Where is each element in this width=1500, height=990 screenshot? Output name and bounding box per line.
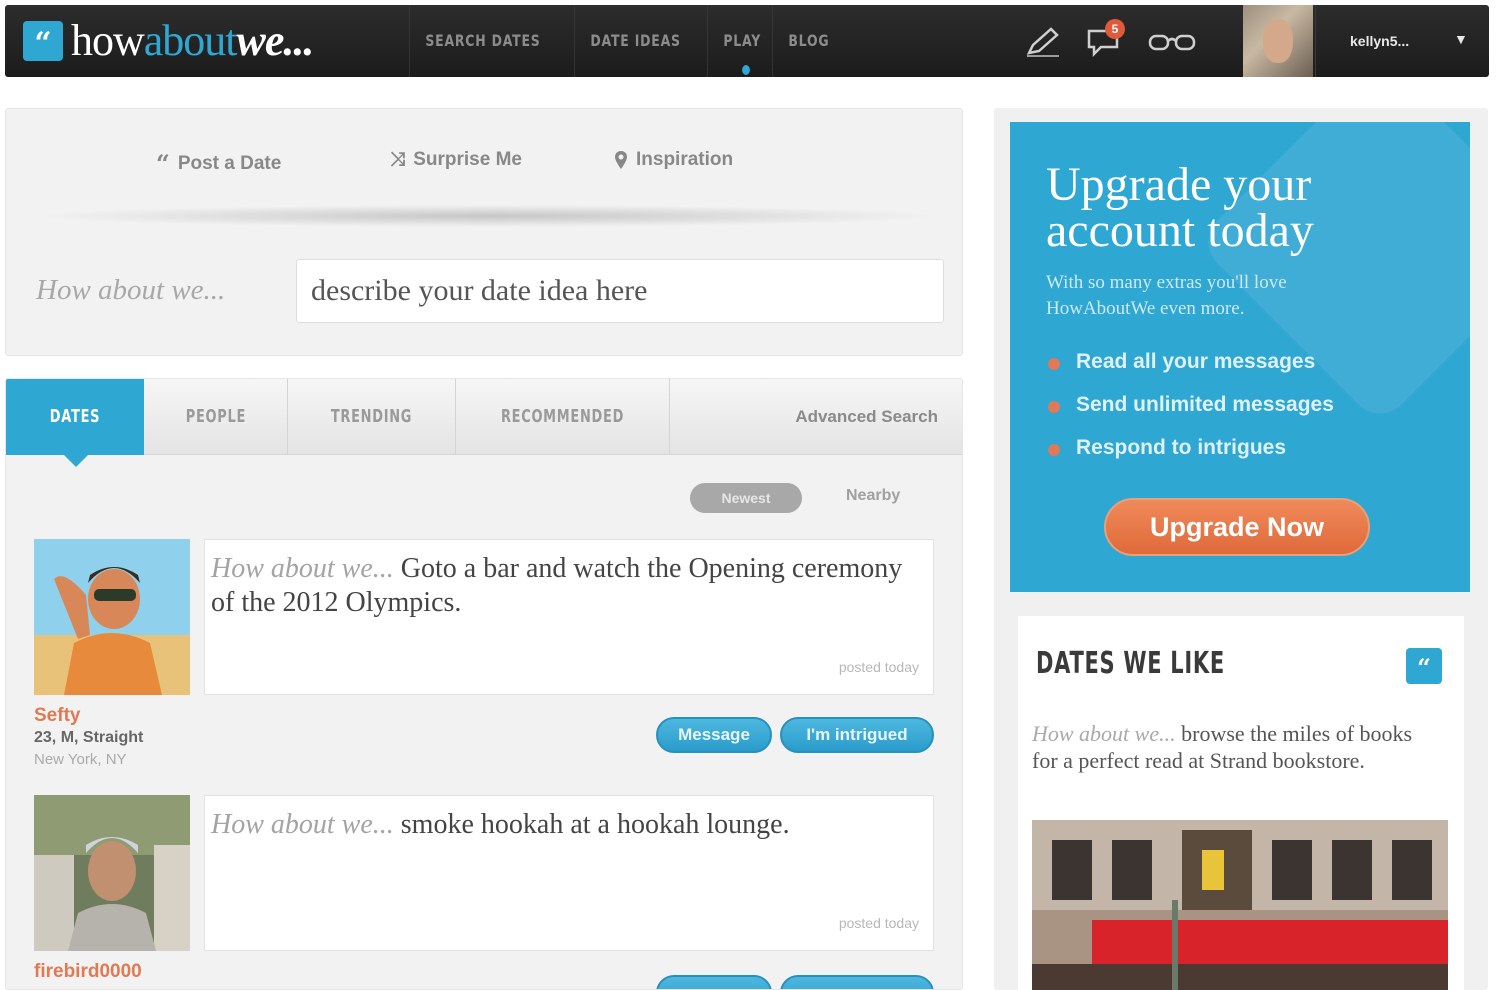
upgrade-title: Upgrade your account today (1046, 158, 1314, 257)
tab-recommended[interactable]: RECOMMENDED (456, 379, 670, 455)
divider (34, 205, 944, 227)
sort-nearby-toggle[interactable]: Nearby (846, 487, 900, 505)
avatar[interactable] (1243, 5, 1313, 77)
sort-newest-toggle[interactable]: Newest (690, 483, 802, 513)
top-icon-group: 5 (1023, 19, 1197, 59)
strand-bookstore-photo[interactable] (1032, 820, 1448, 990)
posted-time: posted today (838, 659, 919, 675)
upgrade-subtitle: With so many extras you'll love HowAbout… (1046, 272, 1287, 319)
quote-icon: “ (156, 149, 170, 178)
shuffle-icon: ⤨ (390, 149, 406, 170)
post-a-date-button[interactable]: “ Post a Date (156, 149, 281, 178)
username: kellyn5... (1350, 33, 1410, 49)
top-navigation-bar: “ howaboutwe... SEARCH DATES DATE IDEAS … (5, 5, 1489, 77)
intrigued-button[interactable]: I'm intrigued (780, 717, 934, 753)
glasses-icon[interactable] (1147, 25, 1197, 59)
message-button[interactable]: Message (656, 717, 772, 753)
inspiration-label: Inspiration (636, 149, 734, 170)
intrigued-button[interactable] (780, 975, 934, 989)
user-details: 23, M, Straight (34, 729, 144, 746)
message-button[interactable] (656, 975, 772, 989)
user-photo[interactable] (34, 539, 190, 695)
logo-wordmark: howaboutwe... (71, 16, 315, 65)
quote-icon: “ (1406, 648, 1442, 684)
pencil-icon[interactable] (1023, 25, 1063, 59)
feed-tabs: DATES PEOPLE TRENDING RECOMMENDED Advanc… (6, 379, 962, 467)
tab-trending[interactable]: TRENDING (288, 379, 456, 455)
map-pin-icon (615, 151, 627, 169)
logo-how: how (71, 16, 145, 65)
tab-dates[interactable]: DATES (6, 379, 144, 467)
post-date-panel: “ Post a Date ⤨ Surprise Me Inspiration … (5, 108, 963, 356)
user-photo[interactable] (34, 795, 190, 951)
user-menu[interactable]: kellyn5... ▼ (1315, 5, 1489, 77)
messages-icon[interactable]: 5 (1085, 19, 1125, 59)
nav-date-ideas[interactable]: DATE IDEAS (573, 5, 696, 77)
date-idea-body: smoke hookah at a hookah lounge. (400, 809, 790, 840)
user-location: New York, NY (34, 751, 127, 768)
date-card: How about we... Goto a bar and watch the… (34, 539, 934, 777)
how-about-we-label: How about we... (36, 274, 226, 306)
right-sidebar: Upgrade your account today With so many … (994, 108, 1488, 990)
user-name-link[interactable]: Sefty (34, 705, 80, 727)
logo[interactable]: “ howaboutwe... (23, 16, 315, 65)
post-a-date-label: Post a Date (177, 152, 282, 174)
main-nav: SEARCH DATES DATE IDEAS PLAY BLOG (409, 5, 841, 77)
date-idea-text[interactable]: How about we... Goto a bar and watch the… (204, 539, 934, 695)
user-name-link[interactable]: firebird0000 (34, 961, 142, 983)
posted-time: posted today (838, 915, 919, 931)
upgrade-now-button[interactable]: Upgrade Now (1104, 498, 1370, 556)
dates-we-like-title: DATES WE LIKE (1036, 646, 1225, 681)
surprise-me-label: Surprise Me (413, 149, 522, 170)
date-idea-text[interactable]: How about we... smoke hookah at a hookah… (204, 795, 934, 951)
nav-search-dates[interactable]: SEARCH DATES (409, 5, 556, 77)
logo-about: about (143, 16, 238, 65)
upgrade-promo: Upgrade your account today With so many … (1010, 122, 1470, 592)
date-card: How about we... smoke hookah at a hookah… (34, 795, 934, 989)
featured-date-text[interactable]: How about we... browse the miles of book… (1032, 720, 1422, 774)
upgrade-benefits: Read all your messages Send unlimited me… (1046, 350, 1334, 479)
how-about-we-prefix: How about we... (211, 809, 394, 840)
nav-play[interactable]: PLAY (706, 5, 777, 77)
date-idea-input[interactable]: describe your date idea here (296, 259, 944, 323)
dates-we-like: DATES WE LIKE “ How about we... browse t… (1018, 616, 1464, 990)
benefit-item: Respond to intrigues (1046, 436, 1334, 479)
logo-quote-icon: “ (23, 21, 63, 61)
post-actions: “ Post a Date ⤨ Surprise Me Inspiration (6, 149, 962, 179)
advanced-search-link[interactable]: Advanced Search (795, 379, 938, 455)
feed-panel: DATES PEOPLE TRENDING RECOMMENDED Advanc… (5, 378, 963, 990)
surprise-me-button[interactable]: ⤨ Surprise Me (390, 149, 522, 171)
logo-we: we... (236, 16, 315, 65)
how-about-we-prefix: How about we... (211, 553, 394, 584)
inspiration-button[interactable]: Inspiration (614, 149, 733, 171)
tab-people[interactable]: PEOPLE (144, 379, 288, 455)
caret-down-icon: ▼ (1454, 31, 1468, 47)
benefit-item: Send unlimited messages (1046, 393, 1334, 436)
benefit-item: Read all your messages (1046, 350, 1334, 393)
nav-blog[interactable]: BLOG (771, 5, 845, 77)
how-about-we-prefix: How about we... (1032, 721, 1176, 746)
notification-badge: 5 (1105, 19, 1125, 39)
